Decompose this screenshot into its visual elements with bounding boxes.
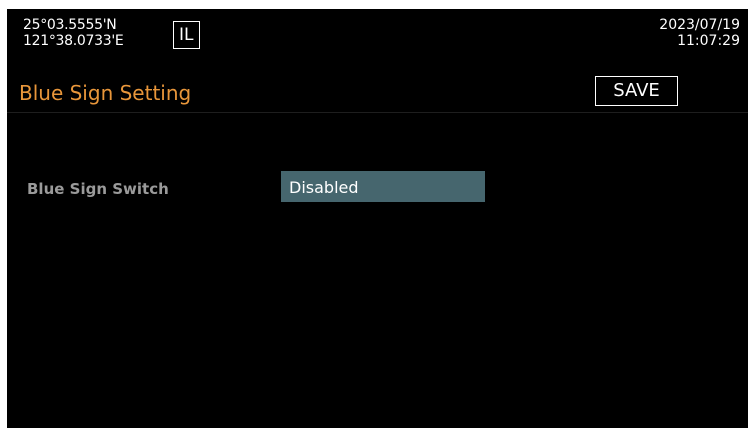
page-title: Blue Sign Setting: [19, 81, 192, 105]
position-readout: 25°03.5555'N 121°38.0733'E: [23, 17, 124, 49]
blue-sign-switch-select[interactable]: Disabled: [281, 171, 485, 202]
time-text: 11:07:29: [677, 33, 740, 49]
longitude-text: 121°38.0733'E: [23, 33, 124, 49]
save-button[interactable]: SAVE: [595, 76, 678, 106]
title-divider: [7, 112, 748, 113]
device-screen: 25°03.5555'N 121°38.0733'E IL 2023/07/19…: [7, 9, 748, 428]
latitude-text: 25°03.5555'N: [23, 17, 117, 33]
date-text: 2023/07/19: [659, 17, 740, 33]
blue-sign-switch-label: Blue Sign Switch: [27, 180, 169, 198]
mode-badge: IL: [173, 21, 200, 49]
datetime-readout: 2023/07/19 11:07:29: [659, 17, 740, 49]
